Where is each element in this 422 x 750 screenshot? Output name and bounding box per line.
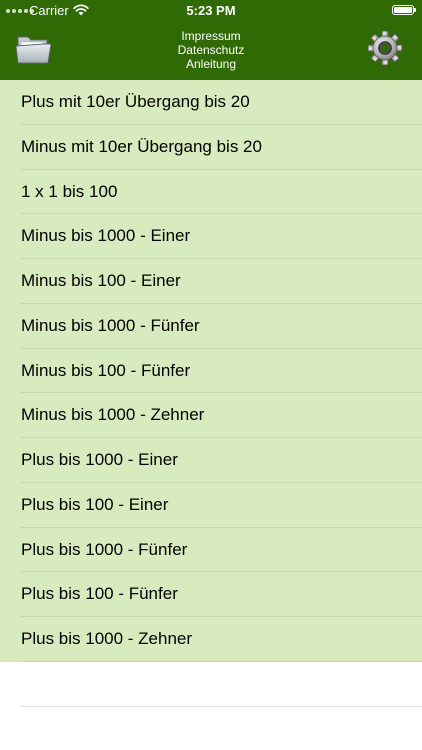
list-item[interactable]: Minus mit 10er Übergang bis 20	[0, 125, 422, 170]
exercise-list: Plus mit 10er Übergang bis 20 Minus mit …	[0, 80, 422, 662]
impressum-link[interactable]: Impressum	[111, 29, 311, 43]
list-item[interactable]: Minus bis 100 - Fünfer	[0, 349, 422, 394]
list-item[interactable]: Plus bis 1000 - Fünfer	[0, 528, 422, 573]
list-item[interactable]: Plus bis 1000 - Einer	[0, 438, 422, 483]
status-time: 5:23 PM	[186, 3, 236, 18]
datenschutz-link[interactable]: Datenschutz	[111, 43, 311, 57]
list-item[interactable]: Minus bis 1000 - Fünfer	[0, 304, 422, 349]
gear-icon	[367, 30, 403, 66]
app-screen: Carrier 5:23 PM Impressum Datenschutz An…	[0, 0, 422, 750]
status-bar: Carrier 5:23 PM	[0, 0, 422, 22]
nav-header: Carrier 5:23 PM Impressum Datenschutz An…	[0, 0, 422, 80]
list-item[interactable]: Minus bis 1000 - Einer	[0, 214, 422, 259]
list-item[interactable]: Minus bis 100 - Einer	[0, 259, 422, 304]
list-item[interactable]: 1 x 1 bis 100	[0, 170, 422, 215]
list-item[interactable]: Plus bis 100 - Einer	[0, 483, 422, 528]
list-item[interactable]: Plus bis 100 - Fünfer	[0, 572, 422, 617]
battery-icon	[392, 5, 416, 15]
list-item[interactable]: Minus bis 1000 - Zehner	[0, 393, 422, 438]
folder-button[interactable]	[15, 31, 53, 67]
list-item[interactable]: Plus bis 1000 - Zehner	[0, 617, 422, 662]
folder-icon	[15, 36, 52, 64]
header-links: Impressum Datenschutz Anleitung	[111, 29, 311, 71]
list-item[interactable]: Plus mit 10er Übergang bis 20	[0, 80, 422, 125]
settings-button[interactable]	[367, 30, 403, 66]
empty-row-separator	[21, 706, 422, 707]
anleitung-link[interactable]: Anleitung	[111, 57, 311, 71]
